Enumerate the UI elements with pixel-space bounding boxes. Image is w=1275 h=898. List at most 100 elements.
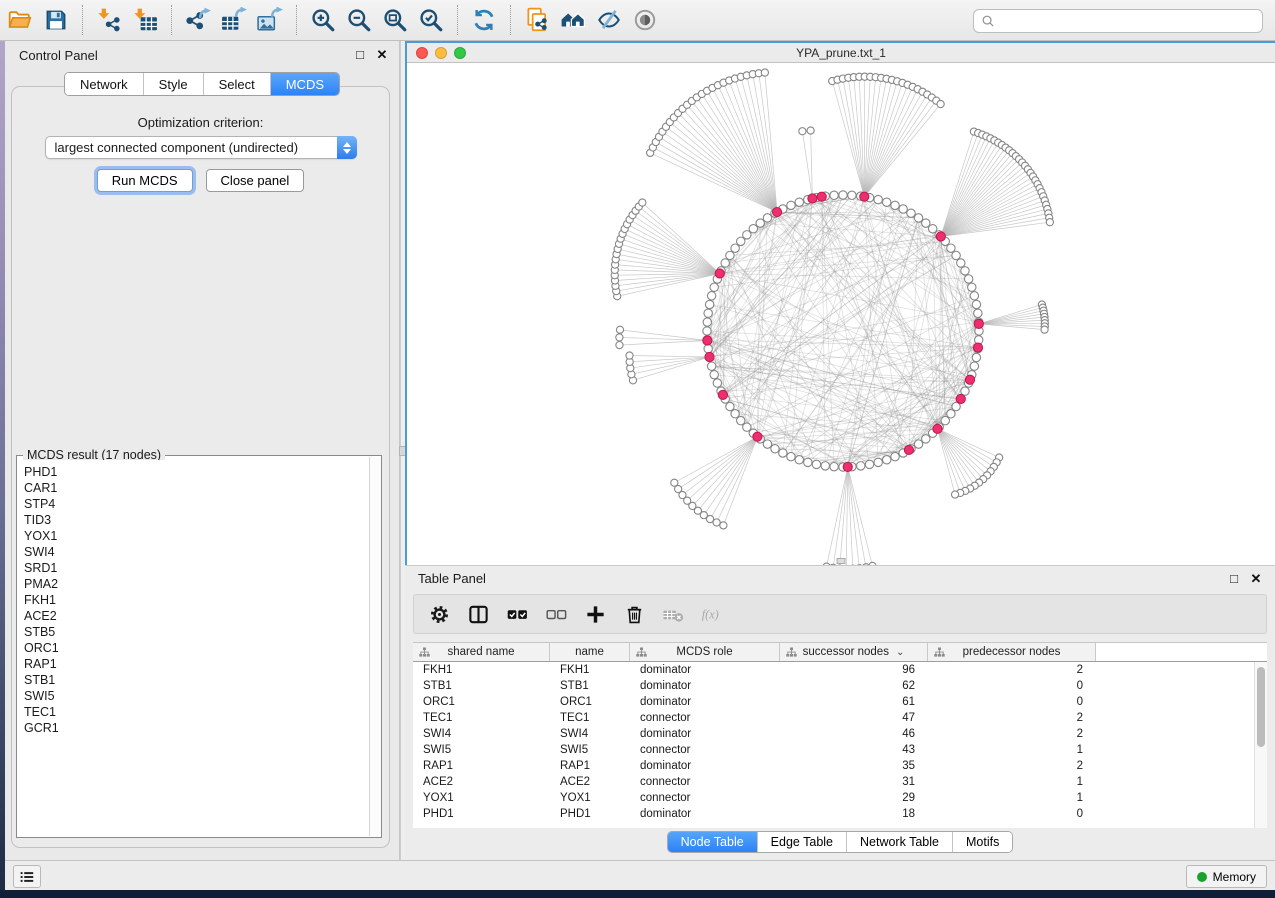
tab-select[interactable]: Select: [203, 73, 270, 95]
table-row[interactable]: RAP1RAP1dominator352: [413, 758, 1267, 774]
cell-predecessor-nodes: 2: [928, 710, 1096, 726]
network-canvas[interactable]: [407, 63, 1275, 565]
table-row[interactable]: ACE2ACE2connector311: [413, 774, 1267, 790]
mcds-result-item[interactable]: YOX1: [24, 528, 368, 544]
mcds-result-item[interactable]: TID3: [24, 512, 368, 528]
import-network-icon: [96, 7, 122, 33]
column-header-predecessor-nodes[interactable]: predecessor nodes: [928, 643, 1096, 661]
mcds-result-item[interactable]: FKH1: [24, 592, 368, 608]
refresh-button[interactable]: [466, 3, 502, 37]
cell-shared-name: YOX1: [413, 790, 550, 806]
mcds-result-item[interactable]: SWI5: [24, 688, 368, 704]
zoom-fit-button[interactable]: [377, 3, 413, 37]
import-table-button[interactable]: [127, 3, 163, 37]
tab-network-table[interactable]: Network Table: [846, 832, 952, 852]
cell-successor-nodes: 43: [780, 742, 928, 758]
export-image-button[interactable]: [252, 3, 288, 37]
table-row[interactable]: FKH1FKH1dominator962: [413, 662, 1267, 678]
table-row[interactable]: ORC1ORC1dominator610: [413, 694, 1267, 710]
memory-button[interactable]: Memory: [1186, 865, 1267, 888]
tab-edge-table[interactable]: Edge Table: [757, 832, 846, 852]
zoom-selected-button[interactable]: [413, 3, 449, 37]
select-all-button[interactable]: [504, 601, 530, 627]
gear-icon: [428, 603, 451, 626]
tab-mcds[interactable]: MCDS: [270, 73, 339, 95]
control-panel-tabs: Network Style Select MCDS: [64, 72, 340, 96]
table-row[interactable]: PHD1PHD1dominator180: [413, 806, 1267, 822]
cell-shared-name: FKH1: [413, 662, 550, 678]
unchecked-checkboxes-icon: [545, 603, 568, 626]
mcds-result-item[interactable]: RAP1: [24, 656, 368, 672]
network-graph[interactable]: [407, 63, 1275, 565]
optimization-criterion-select[interactable]: largest connected component (undirected): [45, 136, 357, 159]
open-folder-icon: [7, 7, 33, 33]
export-network-button[interactable]: [180, 3, 216, 37]
import-network-button[interactable]: [91, 3, 127, 37]
mcds-result-item[interactable]: ORC1: [24, 640, 368, 656]
cell-successor-nodes: 96: [780, 662, 928, 678]
delete-column-button[interactable]: [621, 601, 647, 627]
table-row[interactable]: STB1STB1dominator620: [413, 678, 1267, 694]
mcds-result-item[interactable]: TEC1: [24, 704, 368, 720]
deselect-all-button[interactable]: [543, 601, 569, 627]
run-mcds-button[interactable]: Run MCDS: [97, 169, 193, 192]
close-panel-button[interactable]: Close panel: [206, 169, 305, 192]
table-header-row: shared namenameMCDS rolesuccessor nodes⌄…: [413, 642, 1267, 662]
mcds-result-item[interactable]: GCR1: [24, 720, 368, 736]
open-file-button[interactable]: [2, 3, 38, 37]
function-builder-button[interactable]: f(x): [699, 601, 725, 627]
column-layout-button[interactable]: [465, 601, 491, 627]
column-header-shared-name[interactable]: shared name: [413, 643, 550, 661]
cell-successor-nodes: 46: [780, 726, 928, 742]
mcds-list-scrollbar[interactable]: [369, 457, 381, 836]
network-file-button[interactable]: [519, 3, 555, 37]
mcds-result-item[interactable]: ACE2: [24, 608, 368, 624]
mcds-result-item[interactable]: SRD1: [24, 560, 368, 576]
cell-MCDS-role: dominator: [630, 726, 780, 742]
toolbar-separator: [510, 5, 511, 35]
tab-node-table[interactable]: Node Table: [668, 832, 757, 852]
mcds-result-item[interactable]: PMA2: [24, 576, 368, 592]
column-header-MCDS-role[interactable]: MCDS role: [630, 643, 780, 661]
home-network-button[interactable]: [555, 3, 591, 37]
scrollbar-thumb[interactable]: [1257, 667, 1265, 747]
mcds-result-item[interactable]: STP4: [24, 496, 368, 512]
add-column-button[interactable]: [582, 601, 608, 627]
close-table-panel-icon[interactable]: ✕: [1247, 570, 1265, 588]
mcds-result-item[interactable]: STB5: [24, 624, 368, 640]
export-table-button[interactable]: [216, 3, 252, 37]
close-panel-icon[interactable]: ✕: [373, 46, 391, 64]
cell-MCDS-role: dominator: [630, 758, 780, 774]
show-eye-button[interactable]: [627, 3, 663, 37]
table-row[interactable]: SWI4SWI4dominator462: [413, 726, 1267, 742]
table-row[interactable]: SWI5SWI5connector431: [413, 742, 1267, 758]
mcds-result-item[interactable]: CAR1: [24, 480, 368, 496]
table-row[interactable]: YOX1YOX1connector291: [413, 790, 1267, 806]
hide-eye-button[interactable]: [591, 3, 627, 37]
column-header-name[interactable]: name: [550, 643, 630, 661]
tab-motifs[interactable]: Motifs: [952, 832, 1012, 852]
zoom-out-button[interactable]: [341, 3, 377, 37]
float-table-panel-icon[interactable]: □: [1225, 570, 1243, 588]
mcds-result-item[interactable]: SWI4: [24, 544, 368, 560]
zoom-in-button[interactable]: [305, 3, 341, 37]
table-scrollbar[interactable]: [1254, 662, 1267, 828]
save-button[interactable]: [38, 3, 74, 37]
float-panel-icon[interactable]: □: [351, 46, 369, 64]
canvas-resize-grip[interactable]: [837, 558, 846, 564]
mcds-result-item[interactable]: PHD1: [24, 464, 368, 480]
table-row[interactable]: TEC1TEC1connector472: [413, 710, 1267, 726]
tab-network[interactable]: Network: [65, 73, 143, 95]
mcds-result-item[interactable]: STB1: [24, 672, 368, 688]
checked-checkboxes-icon: [506, 603, 529, 626]
attribute-type-icon: [419, 647, 430, 658]
tab-style[interactable]: Style: [143, 73, 203, 95]
search-icon: [980, 13, 997, 30]
task-history-button[interactable]: [13, 865, 41, 888]
column-header-successor-nodes[interactable]: successor nodes⌄: [780, 643, 928, 661]
table-settings-button[interactable]: [426, 601, 452, 627]
network-view-titlebar[interactable]: YPA_prune.txt_1: [407, 43, 1275, 63]
delete-table-button[interactable]: [660, 601, 686, 627]
cell-shared-name: ORC1: [413, 694, 550, 710]
search-input[interactable]: [997, 11, 1256, 31]
